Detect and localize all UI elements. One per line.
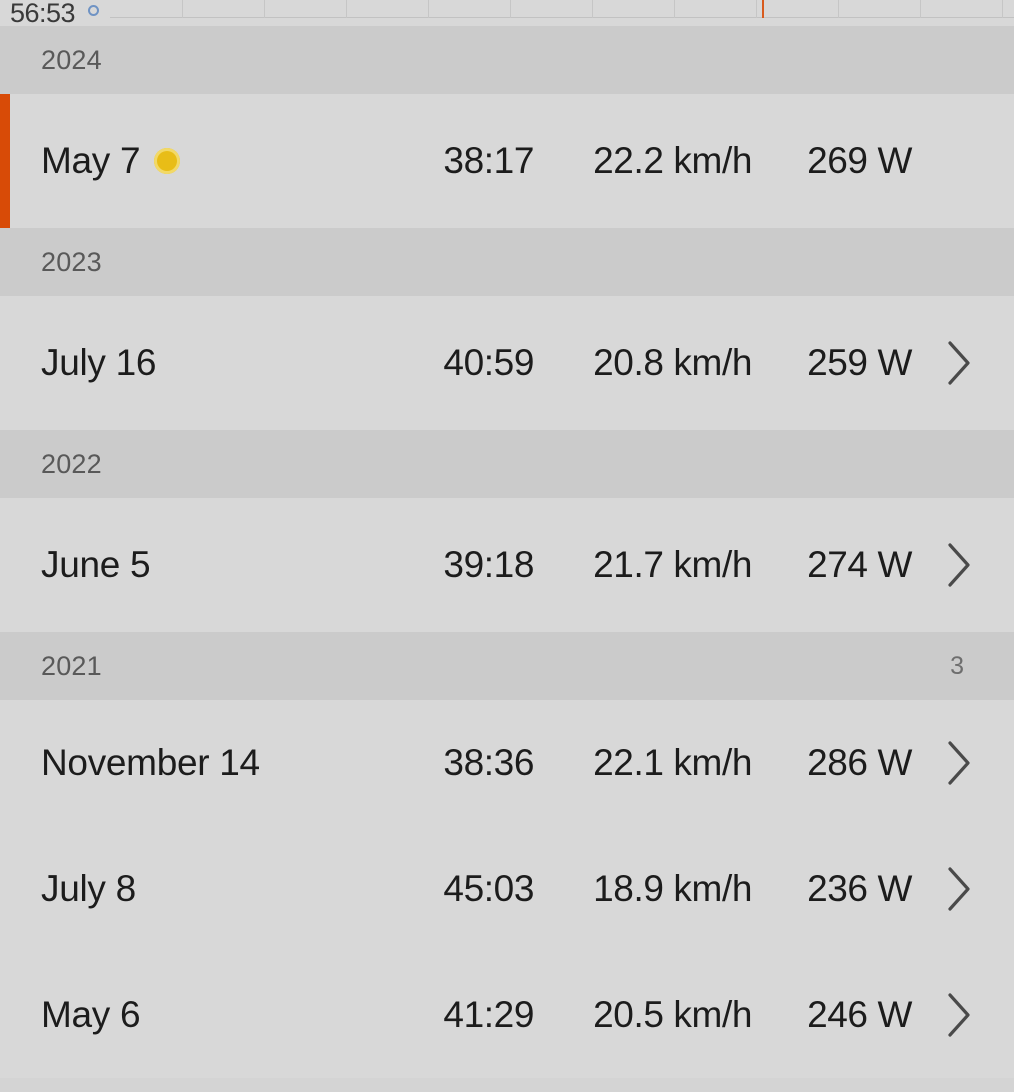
year-section-header[interactable]: 2024 bbox=[0, 26, 1014, 94]
activity-duration: 40:59 bbox=[443, 342, 534, 383]
year-label: 2022 bbox=[41, 448, 102, 479]
year-activity-count: 3 bbox=[950, 651, 964, 680]
activity-avg-speed: 20.5 km/h bbox=[593, 994, 752, 1035]
chart-highlight-tick bbox=[762, 0, 764, 18]
activity-avg-speed: 21.7 km/h bbox=[593, 544, 752, 585]
activity-avg-power: 286 W bbox=[807, 742, 912, 783]
activity-avg-speed: 20.8 km/h bbox=[593, 342, 752, 383]
chart-strip: 56:53 bbox=[0, 0, 1014, 26]
chevron-right-icon[interactable] bbox=[912, 865, 974, 913]
activity-row[interactable]: July 16 40:59 20.8 km/h 259 W bbox=[0, 296, 1014, 430]
activity-avg-power: 274 W bbox=[807, 544, 912, 585]
activity-duration: 39:18 bbox=[443, 544, 534, 585]
chart-gridline bbox=[264, 0, 265, 18]
chevron-right-icon[interactable] bbox=[912, 541, 974, 589]
activity-date: May 7 bbox=[41, 140, 181, 182]
chart-gridline bbox=[756, 0, 757, 18]
chevron-right-icon[interactable] bbox=[912, 991, 974, 1039]
chevron-right-icon[interactable] bbox=[912, 339, 974, 387]
chart-gridline bbox=[346, 0, 347, 18]
activity-stats: 40:59 20.8 km/h 259 W bbox=[388, 342, 912, 384]
year-label: 2021 bbox=[41, 650, 102, 681]
activity-avg-speed: 18.9 km/h bbox=[593, 868, 752, 909]
activity-stats: 41:29 20.5 km/h 246 W bbox=[388, 994, 912, 1036]
activity-avg-speed: 22.2 km/h bbox=[593, 140, 752, 181]
year-label: 2023 bbox=[41, 246, 102, 277]
activity-date: July 16 bbox=[41, 342, 156, 384]
activity-date-label: June 5 bbox=[41, 544, 151, 585]
activity-row[interactable]: July 8 45:03 18.9 km/h 236 W bbox=[0, 826, 1014, 952]
activity-row[interactable]: June 5 39:18 21.7 km/h 274 W bbox=[0, 498, 1014, 632]
activity-duration: 38:36 bbox=[443, 742, 534, 783]
chart-gridline bbox=[182, 0, 183, 18]
activity-date-label: May 6 bbox=[41, 994, 141, 1035]
activity-date-label: November 14 bbox=[41, 742, 260, 783]
chart-gridline bbox=[428, 0, 429, 18]
chart-gridline bbox=[1002, 0, 1003, 18]
year-section-header[interactable]: 2023 bbox=[0, 228, 1014, 296]
activity-row[interactable]: May 7 38:17 22.2 km/h 269 W bbox=[0, 94, 1014, 228]
activity-date: June 5 bbox=[41, 544, 151, 586]
activity-row[interactable]: November 14 38:36 22.1 km/h 286 W bbox=[0, 700, 1014, 826]
activity-stats: 45:03 18.9 km/h 236 W bbox=[388, 868, 912, 910]
activity-stats: 38:36 22.1 km/h 286 W bbox=[388, 742, 912, 784]
personal-record-medal-icon bbox=[154, 148, 181, 174]
activity-date: November 14 bbox=[41, 742, 260, 784]
activity-avg-power: 236 W bbox=[807, 868, 912, 909]
chart-gridline bbox=[510, 0, 511, 18]
activity-date-label: May 7 bbox=[41, 140, 141, 181]
activity-duration: 38:17 bbox=[443, 140, 534, 181]
year-section-header[interactable]: 2022 bbox=[0, 430, 1014, 498]
activity-stats: 38:17 22.2 km/h 269 W bbox=[388, 140, 912, 182]
activity-avg-power: 246 W bbox=[807, 994, 912, 1035]
chart-gridline bbox=[838, 0, 839, 18]
chart-value-label: 56:53 bbox=[10, 0, 76, 26]
activity-avg-power: 269 W bbox=[807, 140, 912, 181]
chart-axis-line bbox=[110, 17, 1014, 18]
list-bottom-edge bbox=[0, 1078, 1014, 1092]
year-section-header[interactable]: 2021 3 bbox=[0, 632, 1014, 700]
activity-date-label: July 8 bbox=[41, 868, 136, 909]
activity-duration: 45:03 bbox=[443, 868, 534, 909]
activity-date: July 8 bbox=[41, 868, 136, 910]
year-label: 2024 bbox=[41, 44, 102, 75]
activity-date: May 6 bbox=[41, 994, 141, 1036]
activity-avg-power: 259 W bbox=[807, 342, 912, 383]
chart-gridline bbox=[592, 0, 593, 18]
chart-point-marker-icon[interactable] bbox=[88, 5, 99, 16]
activity-duration: 41:29 bbox=[443, 994, 534, 1035]
activity-history-list[interactable]: 2024 May 7 38:17 22.2 km/h 269 W 2023 July 16 4… bbox=[0, 26, 1014, 1078]
activity-stats: 39:18 21.7 km/h 274 W bbox=[388, 544, 912, 586]
chart-gridline bbox=[674, 0, 675, 18]
selected-accent-bar bbox=[0, 94, 10, 228]
activity-avg-speed: 22.1 km/h bbox=[593, 742, 752, 783]
chart-gridline bbox=[920, 0, 921, 18]
chevron-right-icon[interactable] bbox=[912, 739, 974, 787]
activity-date-label: July 16 bbox=[41, 342, 157, 383]
activity-row[interactable]: May 6 41:29 20.5 km/h 246 W bbox=[0, 952, 1014, 1078]
